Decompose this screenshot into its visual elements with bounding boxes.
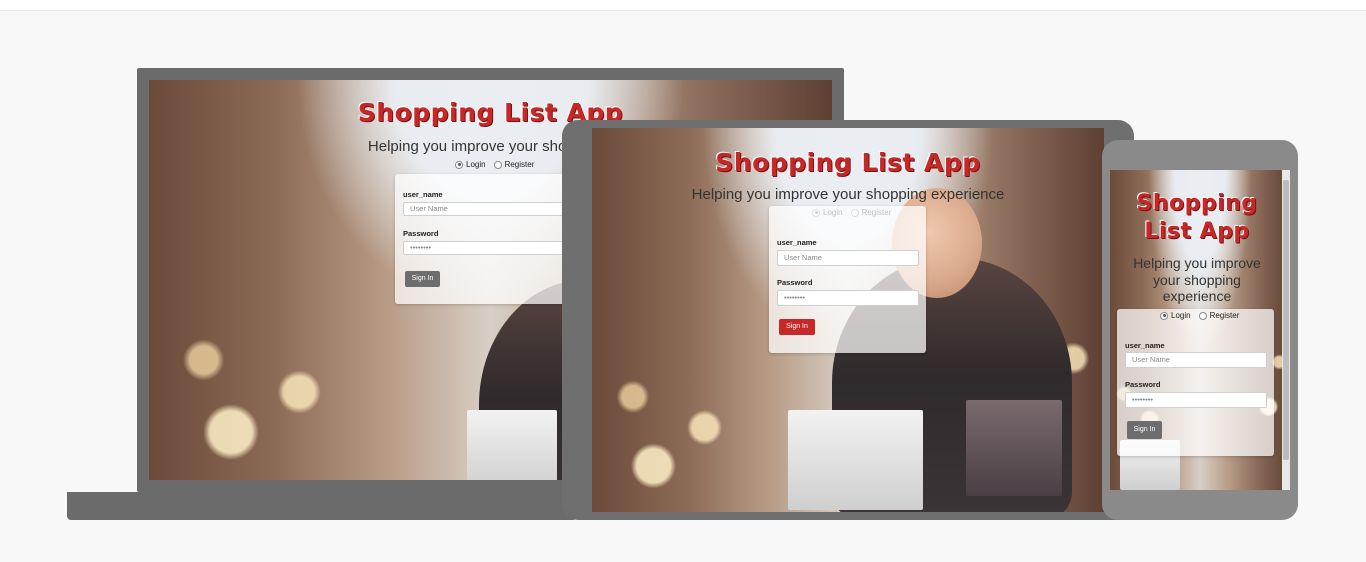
shopping-bag <box>467 410 557 480</box>
username-label: user_name <box>403 190 443 199</box>
password-input[interactable]: •••••••• <box>777 290 919 306</box>
shopping-bag <box>788 410 923 510</box>
app-subtitle-line-3: experience <box>1162 288 1232 304</box>
login-radio[interactable] <box>1160 311 1168 320</box>
password-input[interactable]: •••••••• <box>403 241 587 255</box>
sign-in-button[interactable]: Sign In <box>405 271 440 287</box>
tab-register-label: Register <box>1209 311 1240 320</box>
tab-login[interactable]: Login <box>455 160 486 169</box>
app-title: Shopping List App <box>1110 190 1290 246</box>
sign-in-button[interactable]: Sign In <box>779 319 815 335</box>
sign-in-button[interactable]: Sign In <box>1127 421 1162 439</box>
app-subtitle-line-1: Helping you improve <box>1133 255 1261 271</box>
tab-register[interactable]: Register <box>493 160 535 169</box>
username-input[interactable]: User Name <box>1125 352 1267 368</box>
username-label: user_name <box>1125 341 1165 350</box>
app-subtitle: Helping you improve your shopping experi… <box>691 186 1005 203</box>
username-input[interactable]: User Name <box>777 250 919 266</box>
username-label: user_name <box>777 238 817 247</box>
app-title-line-2: List App <box>1144 219 1250 244</box>
laptop-base <box>67 492 577 520</box>
password-label: Password <box>1125 380 1161 389</box>
tab-register-label: Register <box>504 160 535 169</box>
password-input[interactable]: •••••••• <box>1125 392 1267 408</box>
phone-scrollbar-thumb[interactable] <box>1283 180 1289 460</box>
app-title-line-1: Shopping <box>1136 191 1258 216</box>
auth-tabs: Login Register <box>1160 311 1239 320</box>
app-title: Shopping List App <box>715 148 981 177</box>
tab-register[interactable]: Register <box>1198 311 1240 320</box>
auth-tabs: Login Register <box>455 160 534 169</box>
top-bar <box>0 0 1366 11</box>
tab-login-label: Login <box>466 160 486 169</box>
login-panel: user_name User Name Password •••••••• Si… <box>769 206 926 353</box>
phone-scrollbar[interactable] <box>1282 170 1290 490</box>
username-input[interactable]: User Name <box>403 202 587 216</box>
tab-login-label: Login <box>1171 311 1191 320</box>
tablet-screen: Shopping List App Helping you improve yo… <box>592 128 1104 512</box>
login-radio[interactable] <box>455 160 463 169</box>
register-radio[interactable] <box>493 160 502 169</box>
password-label: Password <box>403 229 439 238</box>
app-subtitle: Helping you improve your shopping experi… <box>1110 255 1290 305</box>
login-panel: Login Register user_name User Name Passw… <box>1117 309 1274 456</box>
tab-login[interactable]: Login <box>1160 311 1191 320</box>
app-subtitle-line-2: your shopping <box>1153 271 1241 288</box>
shopping-bag-dark <box>966 400 1062 496</box>
register-radio[interactable] <box>1198 311 1207 320</box>
password-label: Password <box>777 278 813 287</box>
phone-screen: Shopping List App Helping you improve yo… <box>1110 170 1290 490</box>
